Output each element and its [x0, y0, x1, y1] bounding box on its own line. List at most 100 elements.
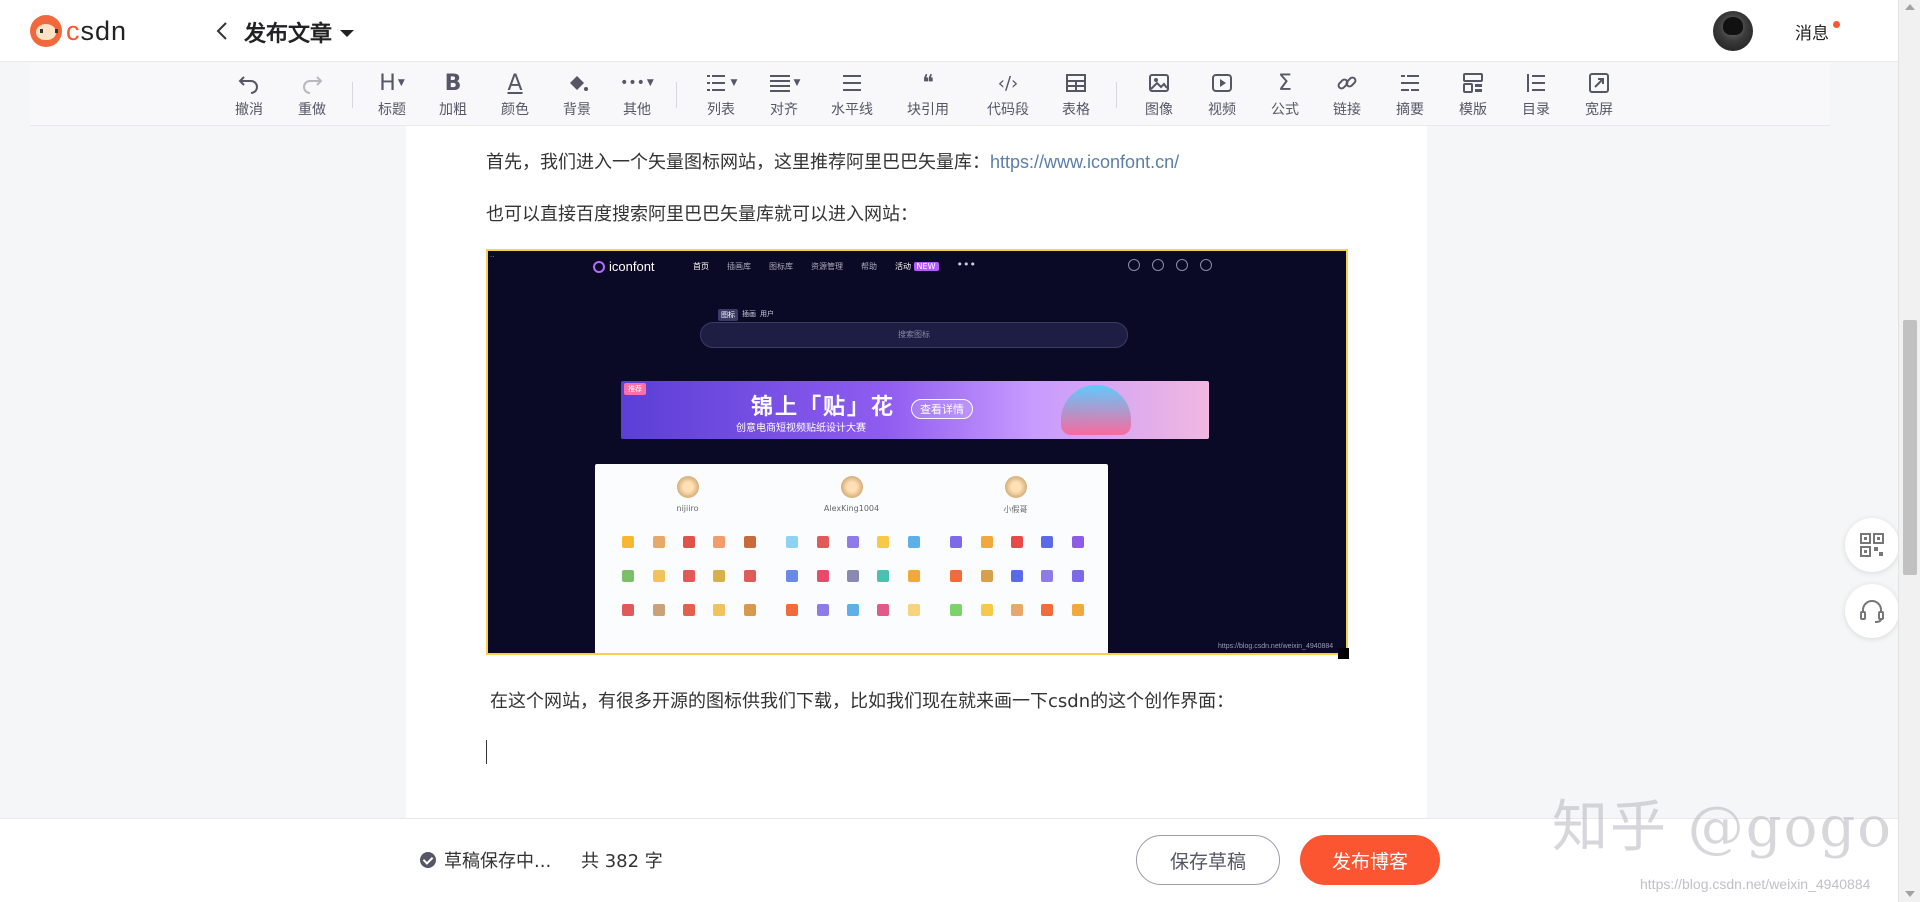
save-draft-button[interactable]: 保存草稿	[1136, 835, 1280, 885]
back-button[interactable]	[212, 18, 232, 44]
toolbar-undo-button[interactable]: 撤消	[224, 68, 274, 122]
scrollbar-thumb[interactable]	[1903, 320, 1917, 575]
embedded-banner-illustration	[1061, 385, 1131, 435]
toolbar-link-label: 链接	[1333, 102, 1361, 118]
redo-icon	[294, 68, 330, 98]
more-icon: ••• ▼	[620, 75, 654, 91]
toolbar-align-label: 对齐	[770, 102, 798, 118]
paragraph-2[interactable]: 也可以直接百度搜索阿里巴巴矢量库就可以进入网站：	[486, 200, 918, 226]
formula-icon: Σ	[1267, 68, 1303, 98]
toolbar-widescreen-label: 宽屏	[1585, 102, 1613, 118]
toolbar-toc-button[interactable]: 目录	[1511, 68, 1561, 122]
toolbar-code-button[interactable]: ‹/› 代码段	[983, 68, 1033, 122]
embedded-more-icon: •••	[956, 258, 976, 271]
toolbar-image-label: 图像	[1145, 102, 1173, 118]
qrcode-button[interactable]	[1845, 518, 1899, 572]
embedded-card-avatar	[841, 476, 863, 498]
toolbar-undo-label: 撤消	[235, 102, 263, 118]
user-avatar[interactable]	[1713, 11, 1753, 51]
embedded-card-avatar	[677, 476, 699, 498]
iconfont-logo: iconfont	[593, 259, 655, 274]
toolbar-image-button[interactable]: 图像	[1134, 68, 1184, 122]
toolbar-summary-label: 摘要	[1396, 102, 1424, 118]
embedded-nav-activity: 活动	[895, 262, 911, 271]
embedded-user-icon	[1128, 259, 1140, 271]
page-title[interactable]: 发布文章	[244, 16, 355, 48]
toolbar-bold-button[interactable]: B 加粗	[428, 68, 478, 122]
toolbar-widescreen-button[interactable]: 宽屏	[1574, 68, 1624, 122]
text-cursor	[486, 740, 487, 764]
toolbar-quote-button[interactable]: ❝ 块引用	[903, 68, 953, 122]
embedded-corner-text: ··	[490, 253, 495, 261]
image-resize-handle[interactable]	[1338, 648, 1349, 659]
embedded-card-name: AlexKing1004	[823, 504, 880, 513]
notification-dot	[1833, 21, 1840, 28]
toolbar-toc-label: 目录	[1522, 102, 1550, 118]
embedded-tab: 插画	[742, 310, 756, 318]
toolbar-link-button[interactable]: 链接	[1322, 68, 1372, 122]
paragraph-1[interactable]: 首先，我们进入一个矢量图标网站，这里推荐阿里巴巴矢量库：https://www.…	[486, 148, 1179, 174]
toolbar-template-button[interactable]: 模版	[1448, 68, 1498, 122]
embedded-card-name: nijiiro	[676, 504, 699, 513]
top-header: csdn 发布文章 消息	[0, 0, 1898, 62]
editor-area[interactable]: 首先，我们进入一个矢量图标网站，这里推荐阿里巴巴矢量库：https://www.…	[406, 126, 1427, 818]
toc-icon	[1518, 68, 1554, 98]
qrcode-icon	[1860, 533, 1884, 557]
toolbar-hr-button[interactable]: 水平线	[827, 68, 877, 122]
toolbar-formula-button[interactable]: Σ 公式	[1260, 68, 1310, 122]
toolbar-heading-label: 标题	[378, 102, 406, 118]
formula-glyph: Σ	[1278, 70, 1292, 96]
embedded-search-tabs: 图标 插画 用户	[718, 309, 774, 321]
embedded-image[interactable]: ·· iconfont 首页 插画库 图标库 资源管理 帮助 活动 NEW ••…	[486, 249, 1348, 655]
background-color-icon	[559, 68, 595, 98]
code-glyph: ‹/›	[997, 72, 1019, 94]
color-glyph: A	[507, 70, 523, 96]
page-title-text: 发布文章	[244, 22, 333, 47]
embedded-nav-item: 活动 NEW	[895, 261, 939, 272]
embedded-nav-item: 插画库	[727, 262, 751, 271]
embedded-header-icons	[1128, 259, 1212, 271]
image-icon	[1141, 68, 1177, 98]
caret-down-icon	[340, 30, 355, 37]
toolbar-video-button[interactable]: 视频	[1197, 68, 1247, 122]
link-icon	[1329, 68, 1365, 98]
customer-service-button[interactable]	[1845, 584, 1899, 638]
heading-glyph: H	[379, 70, 396, 96]
scroll-up-icon[interactable]	[1905, 4, 1915, 10]
embedded-tab: 用户	[760, 310, 774, 318]
quote-glyph: ❝	[922, 70, 934, 96]
embedded-new-badge: NEW	[913, 262, 939, 271]
video-icon	[1204, 68, 1240, 98]
embedded-search-box: 搜索图标	[700, 322, 1128, 348]
embedded-nav-item: 首页	[693, 262, 709, 271]
page-scrollbar[interactable]	[1898, 0, 1920, 902]
embedded-card-name: 小假哥	[1003, 505, 1028, 514]
toolbar-color-button[interactable]: A 颜色	[490, 68, 540, 122]
scroll-down-icon[interactable]	[1905, 891, 1915, 897]
embedded-cart-icon	[1200, 259, 1212, 271]
messages-link[interactable]: 消息	[1795, 19, 1829, 44]
toolbar-heading-button[interactable]: H ▼ 标题	[367, 68, 417, 122]
paragraph-3[interactable]: 在这个网站，有很多开源的图标供我们下载，比如我们现在就来画一下csdn的这个创作…	[490, 687, 1234, 713]
toolbar-list-label: 列表	[707, 102, 735, 118]
toolbar-more-button[interactable]: ••• ▼ 其他	[612, 68, 662, 122]
toolbar-list-button[interactable]: ▼ 列表	[696, 68, 746, 122]
heading-icon: H ▼	[379, 70, 405, 96]
toolbar-table-label: 表格	[1062, 102, 1090, 118]
toolbar-background-button[interactable]: 背景	[552, 68, 602, 122]
publish-blog-button[interactable]: 发布博客	[1300, 835, 1440, 885]
embedded-card-icon-grid	[941, 536, 1093, 616]
toolbar-summary-button[interactable]: 摘要	[1385, 68, 1435, 122]
code-block-icon: ‹/›	[990, 68, 1026, 98]
horizontal-rule-icon	[834, 68, 870, 98]
toolbar-align-button[interactable]: ▼ 对齐	[759, 68, 809, 122]
paragraph-1-text: 首先，我们进入一个矢量图标网站，这里推荐阿里巴巴矢量库：	[486, 152, 990, 173]
check-circle-icon	[420, 852, 436, 868]
embedded-language-icon	[1176, 259, 1188, 271]
csdn-logo[interactable]: csdn	[30, 15, 127, 47]
embedded-banner-tag: 推荐	[624, 383, 646, 395]
list-icon: ▼	[703, 68, 739, 98]
iconfont-link[interactable]: https://www.iconfont.cn/	[990, 152, 1179, 172]
toolbar-redo-button[interactable]: 重做	[287, 68, 337, 122]
toolbar-table-button[interactable]: 表格	[1051, 68, 1101, 122]
